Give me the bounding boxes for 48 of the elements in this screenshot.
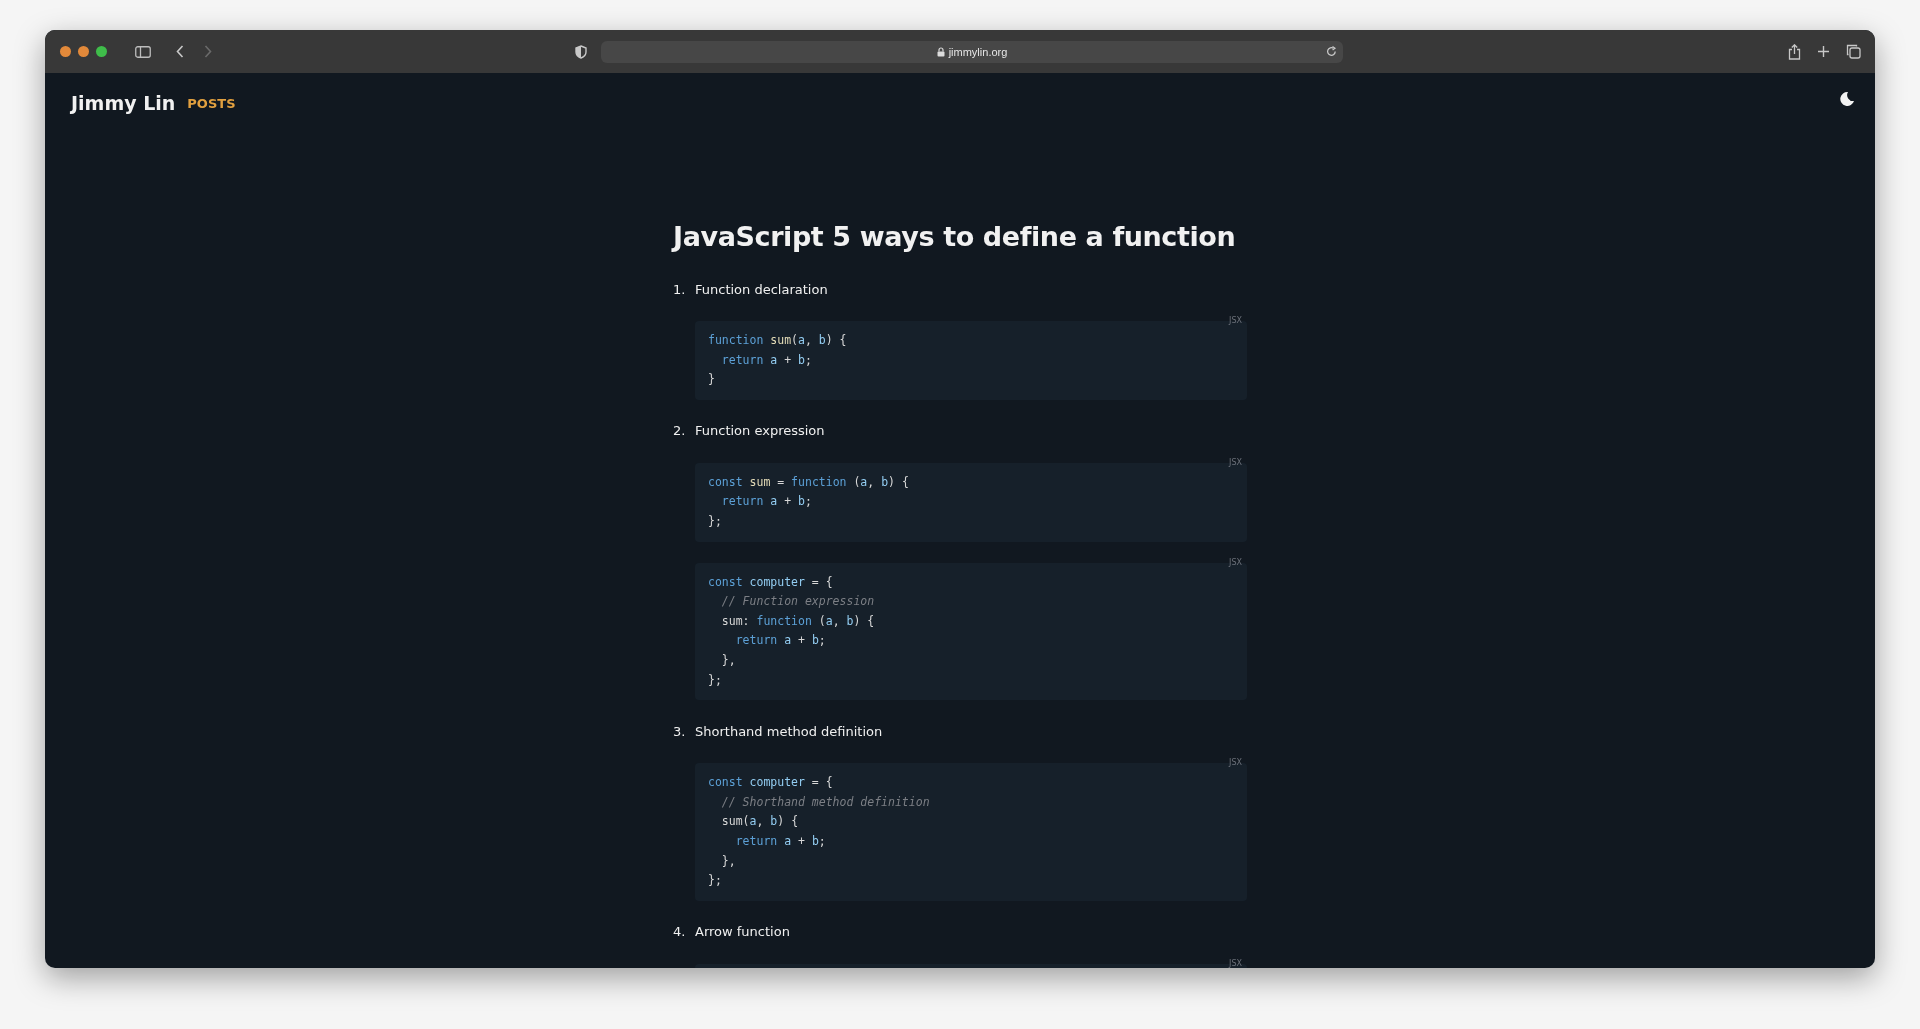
list-number: 1. <box>673 281 687 297</box>
code-line: }, <box>720 852 737 870</box>
address-bar[interactable]: jimmylin.org <box>601 40 1343 63</box>
list-number: 3. <box>673 723 687 739</box>
list-number: 2. <box>673 423 687 439</box>
moon-icon[interactable] <box>1839 91 1855 107</box>
code-line: return a + b; <box>734 632 827 650</box>
article-title: JavaScript 5 ways to define a function <box>673 220 1236 254</box>
code-line: sum(a, b) { <box>720 813 800 831</box>
code-line: sum: function (a, b) { <box>720 612 876 630</box>
section-heading: Arrow function <box>695 924 790 940</box>
language-label: JSX <box>1229 557 1242 568</box>
code-line: }; <box>708 512 723 530</box>
section-heading: Function declaration <box>695 281 828 297</box>
url-text: jimmylin.org <box>948 45 1008 58</box>
language-label: JSX <box>1229 958 1242 968</box>
close-icon[interactable] <box>60 46 71 57</box>
code-line: const sum = function (a, b) { <box>708 473 910 491</box>
sidebar-icon[interactable] <box>135 45 151 58</box>
site-name-link[interactable]: Jimmy Lin <box>71 92 176 114</box>
shield-icon[interactable] <box>575 44 587 59</box>
minimize-icon[interactable] <box>78 46 89 57</box>
code-line: const computer = { <box>708 573 834 591</box>
back-icon[interactable] <box>176 45 184 58</box>
tabs-icon[interactable] <box>1846 44 1861 59</box>
maximize-icon[interactable] <box>96 46 107 57</box>
code-line: } <box>708 371 716 389</box>
code-line: }, <box>720 651 737 669</box>
code-line: }; <box>708 671 723 689</box>
list-number: 4. <box>673 924 687 940</box>
code-line: return a + b; <box>734 832 827 850</box>
section-heading: Function expression <box>695 423 825 439</box>
reload-icon[interactable] <box>1326 45 1337 57</box>
code-line: // Function expression <box>720 593 876 611</box>
language-label: JSX <box>1229 316 1242 326</box>
share-icon[interactable] <box>1788 43 1801 60</box>
section-heading: Shorthand method definition <box>695 723 883 739</box>
lock-icon <box>936 46 945 57</box>
language-label: JSX <box>1229 457 1242 468</box>
code-line: const computer = { <box>708 774 834 792</box>
code-line: // Shorthand method definition <box>720 793 931 811</box>
code-line: return a + b; <box>720 493 813 511</box>
new-tab-icon[interactable] <box>1817 45 1830 58</box>
code-line: function sum(a, b) { <box>708 332 848 349</box>
code-line: return a + b; <box>720 351 813 369</box>
posts-link[interactable]: POSTS <box>187 95 236 111</box>
language-label: JSX <box>1229 758 1242 769</box>
code-line: }; <box>708 872 723 890</box>
